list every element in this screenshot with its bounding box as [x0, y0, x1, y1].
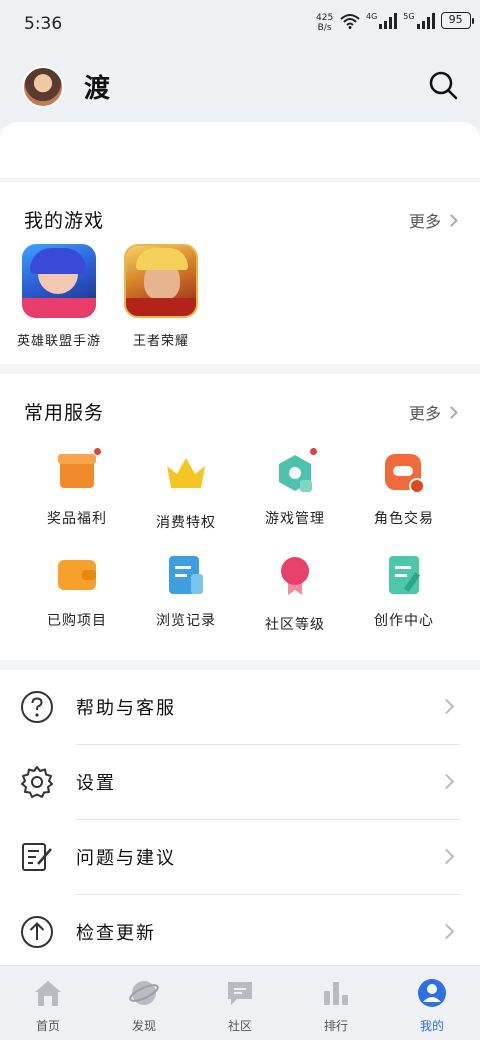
chevron-right-icon: [445, 213, 458, 227]
chat-icon: [228, 982, 252, 1005]
stats-item[interactable]: [210, 130, 270, 146]
service-label: 社区等级: [265, 617, 325, 633]
service-purchased-items[interactable]: 已购项目: [22, 554, 132, 630]
net-speed: 425 B/s: [316, 13, 333, 33]
chevron-right-icon: [445, 405, 458, 419]
game-name: 王者荣耀: [132, 334, 189, 349]
menu-label: 检查更新: [76, 923, 156, 944]
nav-label: 社区: [227, 1019, 252, 1033]
planet-icon: [129, 981, 159, 1005]
honor-of-kings-icon[interactable]: [124, 244, 198, 318]
menu-check-update[interactable]: 检查更新: [0, 895, 480, 970]
service-creation-center[interactable]: 创作中心: [349, 554, 459, 630]
stats-card: [0, 122, 480, 178]
nav-label: 发现: [131, 1019, 156, 1033]
notification-dot: [310, 448, 317, 455]
more-label: 更多: [408, 212, 441, 231]
status-icons: 4G 5G 95: [340, 12, 474, 29]
nav-community[interactable]: 社区: [192, 966, 288, 1040]
service-community-level[interactable]: 社区等级: [240, 554, 350, 634]
service-label: 创作中心: [374, 613, 434, 629]
nav-ranking[interactable]: 排行: [288, 966, 384, 1040]
menu-help-support[interactable]: 帮助与客服: [0, 670, 480, 745]
more-label: 更多: [408, 404, 441, 423]
settings-icon: [21, 766, 53, 798]
ranking-icon: [324, 982, 348, 1005]
service-browse-history[interactable]: 浏览记录: [131, 554, 241, 630]
stats-item[interactable]: [66, 130, 126, 146]
help-icon: [21, 691, 53, 723]
gift-icon: [56, 448, 101, 494]
nav-label: 我的: [419, 1019, 444, 1033]
home-icon: [35, 981, 61, 1006]
service-label: 游戏管理: [265, 511, 325, 527]
menu-settings[interactable]: 设置: [0, 745, 480, 820]
status-bar: 5:36 425 B/s 4G 5G 95: [0, 0, 480, 48]
update-icon: [21, 916, 53, 948]
service-label: 角色交易: [374, 511, 434, 527]
nav-profile[interactable]: 我的: [384, 966, 480, 1040]
nav-label: 排行: [323, 1019, 348, 1033]
lol-game-icon[interactable]: [22, 244, 96, 318]
signal-icon: [379, 12, 398, 29]
menu-feedback[interactable]: 问题与建议: [0, 820, 480, 895]
service-role-trading[interactable]: 角色交易: [349, 452, 459, 528]
profile-icon: [418, 979, 446, 1007]
service-label: 奖品福利: [47, 511, 107, 527]
services-more-button[interactable]: 更多: [408, 400, 458, 424]
services-section: 常用服务 更多 奖品福利 消费特权 游戏管理 角色交易 已购项目 浏览记录 社区…: [0, 374, 480, 660]
chevron-right-icon: [438, 698, 455, 715]
history-icon: [165, 554, 207, 596]
game-item[interactable]: 英雄联盟手游: [14, 244, 104, 349]
services-title: 常用服务: [24, 402, 105, 424]
service-game-management[interactable]: 游戏管理: [240, 448, 350, 528]
battery-icon: 95: [440, 12, 474, 29]
bottom-navigation: 首页 发现 社区 排行 我的: [0, 965, 480, 1040]
menu-label: 设置: [76, 773, 116, 794]
nav-discover[interactable]: 发现: [96, 966, 192, 1040]
signal-icon: [416, 12, 435, 29]
trade-icon: [383, 452, 425, 494]
status-time: 5:36: [24, 14, 63, 34]
wallet-icon: [56, 554, 98, 596]
game-name: 英雄联盟手游: [16, 334, 101, 349]
my-games-title: 我的游戏: [24, 210, 105, 232]
search-icon[interactable]: [428, 70, 458, 100]
game-item[interactable]: 王者荣耀: [116, 244, 206, 349]
chevron-right-icon: [438, 848, 455, 865]
wifi-icon: [340, 13, 360, 29]
hexagon-icon: [274, 448, 317, 494]
stats-item[interactable]: [354, 130, 414, 146]
feedback-icon: [22, 843, 52, 871]
notification-dot: [94, 448, 101, 455]
my-games-section: 我的游戏 更多 英雄联盟手游 王者荣耀: [0, 182, 480, 364]
profile-header: 渡: [0, 48, 480, 128]
menu-label: 帮助与客服: [76, 698, 176, 719]
net-speed-unit: B/s: [317, 23, 332, 33]
settings-menu: 帮助与客服 设置 问题与建议 检查更新: [0, 670, 480, 965]
service-label: 已购项目: [47, 613, 107, 629]
my-games-more-button[interactable]: 更多: [408, 208, 458, 232]
chevron-right-icon: [438, 773, 455, 790]
crown-icon: [167, 458, 205, 488]
nav-home[interactable]: 首页: [0, 966, 96, 1040]
service-consumption-privilege[interactable]: 消费特权: [131, 452, 241, 532]
nav-label: 首页: [35, 1019, 60, 1033]
service-prize-welfare[interactable]: 奖品福利: [22, 448, 132, 528]
username[interactable]: 渡: [84, 68, 110, 105]
service-label: 消费特权: [156, 515, 216, 531]
signal-5g-label: 5G: [403, 12, 415, 21]
signal-4g-label: 4G: [366, 12, 378, 21]
menu-label: 问题与建议: [76, 848, 176, 869]
net-speed-value: 425: [316, 13, 334, 23]
avatar[interactable]: [22, 66, 64, 108]
service-label: 浏览记录: [156, 613, 216, 629]
medal-icon: [281, 557, 309, 595]
chevron-right-icon: [438, 923, 455, 940]
create-icon: [383, 554, 425, 596]
